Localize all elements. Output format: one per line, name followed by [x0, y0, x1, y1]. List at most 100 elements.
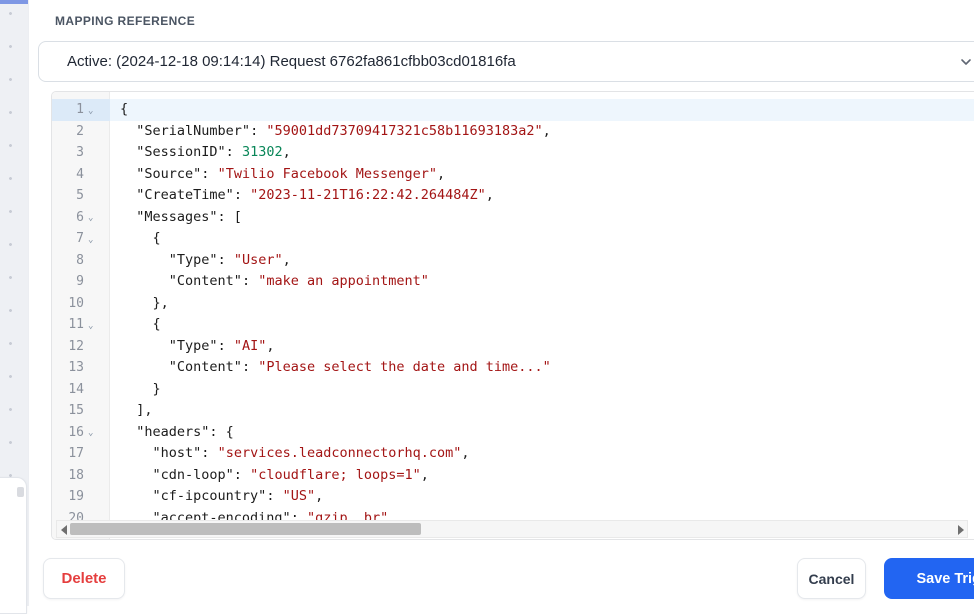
code-line[interactable]: 7 ⌄ { — [52, 228, 974, 250]
line-number: 12 — [68, 338, 84, 354]
line-number-cell: 16 ⌄ — [52, 422, 110, 444]
line-number: 6 — [76, 209, 84, 225]
code-line-content: "Type": "AI", — [168, 337, 275, 354]
code-line[interactable]: 6 ⌄ "Messages": [ — [52, 207, 974, 229]
code-line-content: { — [120, 230, 161, 246]
code-line[interactable]: 16 ⌄ "headers": { — [52, 422, 974, 444]
background-node-card — [0, 477, 27, 614]
line-number: 20 — [68, 510, 84, 521]
line-number-cell: 17 — [52, 443, 110, 465]
code-line-content: "SessionID": 31302, — [136, 144, 291, 160]
line-number-cell: 13 — [52, 357, 110, 379]
code-line-content: "Content": "make an appointment" — [168, 273, 429, 289]
line-number: 10 — [68, 295, 84, 311]
code-line-content: } — [120, 380, 161, 397]
line-number: 2 — [76, 123, 84, 139]
code-line-content: "Type": "User", — [168, 251, 291, 268]
line-number-cell: 15 — [52, 400, 110, 422]
line-number: 9 — [76, 274, 84, 289]
line-number-cell: 6 ⌄ — [52, 207, 110, 229]
code-line-content: ], — [120, 402, 153, 418]
line-number-cell: 8 — [52, 250, 110, 272]
save-trigger-button[interactable]: Save Trigger — [884, 558, 974, 599]
code-line[interactable]: 19 "cf-ipcountry": "US", — [52, 486, 974, 508]
cancel-button[interactable]: Cancel — [797, 558, 866, 599]
mapping-reference-title: MAPPING REFERENCE — [55, 14, 196, 28]
line-number: 7 — [76, 231, 84, 246]
line-number: 1 — [76, 102, 84, 117]
code-line[interactable]: 3 "SessionID": 31302, — [52, 142, 974, 164]
line-number-cell: 10 — [52, 293, 110, 315]
panel-left-edge — [28, 0, 29, 606]
code-line-content: "accept-encoding": "gzip, br", — [152, 509, 397, 521]
code-line[interactable]: 9 "Content": "make an appointment" — [52, 271, 974, 293]
code-line[interactable]: 15 ], — [52, 400, 974, 422]
line-number-cell: 5 — [52, 185, 110, 207]
line-number-cell: 2 — [52, 121, 110, 143]
line-number: 18 — [68, 467, 84, 483]
code-line[interactable]: 12 "Type": "AI", — [52, 336, 974, 358]
code-line-content: { — [110, 99, 974, 121]
line-number-cell: 12 — [52, 336, 110, 358]
code-line-content: "Messages": [ — [136, 208, 242, 225]
line-number-cell: 19 — [52, 486, 110, 508]
code-line[interactable]: 1 ⌄{ — [52, 99, 974, 121]
line-number-cell: 14 — [52, 379, 110, 401]
fold-toggle-icon[interactable]: ⌄ — [88, 316, 93, 338]
code-line[interactable]: 17 "host": "services.leadconnectorhq.com… — [52, 443, 974, 465]
editor-code-lines: 1 ⌄{2 "SerialNumber": "59001dd73709417321… — [52, 92, 974, 520]
code-line-content: "CreateTime": "2023-11-21T16:22:42.26448… — [136, 187, 494, 203]
request-selector[interactable]: Active: (2024-12-18 09:14:14) Request 67… — [38, 41, 974, 82]
code-line[interactable]: 11 ⌄ { — [52, 314, 974, 336]
line-number-cell: 18 — [52, 465, 110, 487]
scrollbar-thumb[interactable] — [70, 523, 421, 535]
editor-horizontal-scrollbar[interactable] — [56, 520, 968, 538]
line-number: 13 — [68, 360, 84, 375]
code-line[interactable]: 8 "Type": "User", — [52, 250, 974, 272]
code-line[interactable]: 10 }, — [52, 293, 974, 315]
line-number-cell: 4 — [52, 164, 110, 186]
fold-toggle-icon[interactable]: ⌄ — [88, 423, 93, 445]
line-number-cell: 9 — [52, 271, 110, 293]
line-number-cell: 11 ⌄ — [52, 314, 110, 336]
code-line[interactable]: 14 } — [52, 379, 974, 401]
line-number-cell: 1 ⌄ — [52, 99, 110, 121]
code-line-content: { — [120, 316, 161, 332]
scroll-left-arrow-icon[interactable] — [61, 525, 67, 535]
code-line-content: "SerialNumber": "59001dd73709417321c58b1… — [136, 122, 551, 139]
fold-toggle-icon[interactable]: ⌄ — [88, 101, 93, 123]
line-number-cell: 7 ⌄ — [52, 228, 110, 250]
chevron-down-icon — [961, 59, 971, 65]
line-number-cell: 20 — [52, 508, 110, 521]
code-line-content: "cf-ipcountry": "US", — [152, 488, 324, 504]
scroll-right-arrow-icon[interactable] — [958, 525, 964, 535]
code-line-content: }, — [120, 294, 169, 311]
code-line[interactable]: 5 "CreateTime": "2023-11-21T16:22:42.264… — [52, 185, 974, 207]
code-line-content: "headers": { — [136, 423, 234, 440]
code-line[interactable]: 2 "SerialNumber": "59001dd73709417321c58… — [52, 121, 974, 143]
request-selector-value: Active: (2024-12-18 09:14:14) Request 67… — [67, 53, 516, 70]
fold-toggle-icon[interactable]: ⌄ — [88, 230, 93, 252]
delete-button[interactable]: Delete — [43, 558, 125, 599]
background-node-chip — [17, 487, 24, 497]
code-line[interactable]: 18 "cdn-loop": "cloudflare; loops=1", — [52, 465, 974, 487]
line-number-cell: 3 — [52, 142, 110, 164]
line-number: 16 — [68, 424, 84, 440]
line-number: 8 — [76, 252, 84, 268]
line-number: 3 — [76, 145, 84, 160]
fold-toggle-icon[interactable]: ⌄ — [88, 208, 93, 230]
line-number: 4 — [76, 166, 84, 182]
code-line-content: "host": "services.leadconnectorhq.com", — [152, 445, 470, 461]
line-number: 5 — [76, 188, 84, 203]
code-line-content: "Source": "Twilio Facebook Messenger", — [136, 165, 446, 182]
line-number: 19 — [68, 489, 84, 504]
code-line-content: "cdn-loop": "cloudflare; loops=1", — [152, 466, 429, 483]
code-line[interactable]: 20 "accept-encoding": "gzip, br", — [52, 508, 974, 521]
json-code-editor[interactable]: 1 ⌄{2 "SerialNumber": "59001dd73709417321… — [51, 91, 974, 540]
line-number: 17 — [68, 446, 84, 461]
code-line[interactable]: 4 "Source": "Twilio Facebook Messenger", — [52, 164, 974, 186]
code-line-content: "Content": "Please select the date and t… — [168, 359, 551, 375]
code-line[interactable]: 13 "Content": "Please select the date an… — [52, 357, 974, 379]
canvas-connector-edge — [0, 0, 28, 4]
line-number: 15 — [68, 403, 84, 418]
